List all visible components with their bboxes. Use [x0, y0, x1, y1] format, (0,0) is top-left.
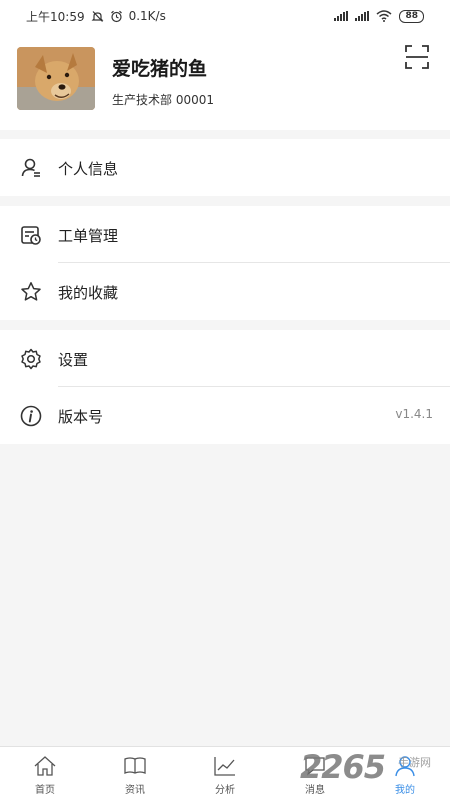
- menu-label-personal-info: 个人信息: [58, 160, 119, 178]
- version-value: v1.4.1: [395, 407, 433, 421]
- signal-icon: [334, 11, 349, 21]
- menu-item-favorites[interactable]: 我的收藏: [0, 263, 450, 320]
- info-icon: [20, 405, 42, 427]
- star-icon: [21, 282, 41, 301]
- bottom-tab-bar: 首页 资讯 分析 消息 我的: [0, 746, 450, 800]
- avatar[interactable]: [17, 47, 95, 110]
- message-icon: [305, 757, 325, 776]
- status-time: 上午10:59: [26, 9, 85, 24]
- menu-group-account: 个人信息: [0, 139, 450, 196]
- menu-item-settings[interactable]: 设置: [0, 330, 450, 387]
- tab-label-news: 资讯: [125, 785, 145, 796]
- network-speed: 0.1K/s: [128, 9, 166, 23]
- tab-label-mine: 我的: [395, 785, 415, 796]
- status-left: 上午10:59 0.1K/s: [26, 8, 166, 25]
- menu-item-personal-info[interactable]: 个人信息: [0, 139, 450, 196]
- dog-photo: [17, 47, 95, 110]
- scan-icon[interactable]: [404, 44, 430, 70]
- tab-label-analysis: 分析: [215, 785, 235, 796]
- tab-label-home: 首页: [35, 785, 55, 796]
- menu-label-favorites: 我的收藏: [58, 284, 119, 302]
- menu-item-work-orders[interactable]: 工单管理: [0, 206, 450, 263]
- battery-indicator: 88: [399, 9, 424, 23]
- wifi-icon: [376, 10, 392, 22]
- menu-label-version: 版本号: [58, 408, 104, 426]
- work-order-icon: [21, 226, 41, 245]
- profile-header[interactable]: 爱吃猪的鱼 生产技术部 00001: [0, 32, 450, 130]
- user-card-icon: [21, 158, 40, 177]
- status-right: 88: [334, 9, 424, 23]
- chart-icon: [214, 757, 235, 776]
- profile-name: 爱吃猪的鱼: [112, 58, 208, 80]
- signal-icon-2: [355, 11, 370, 21]
- profile-department: 生产技术部 00001: [112, 93, 214, 107]
- alarm-icon: [110, 10, 122, 22]
- menu-group-system: 设置 版本号 v1.4.1: [0, 330, 450, 444]
- menu-label-work-orders: 工单管理: [58, 227, 119, 245]
- tab-home[interactable]: 首页: [0, 747, 90, 800]
- tab-news[interactable]: 资讯: [90, 747, 180, 800]
- menu-item-version[interactable]: 版本号 v1.4.1: [0, 387, 450, 444]
- gear-icon: [21, 348, 41, 370]
- tab-mine[interactable]: 我的: [360, 747, 450, 800]
- home-icon: [34, 756, 56, 776]
- menu-group-work: 工单管理 我的收藏: [0, 206, 450, 320]
- tab-analysis[interactable]: 分析: [180, 747, 270, 800]
- book-icon: [124, 757, 146, 774]
- user-icon: [395, 756, 415, 777]
- tab-messages[interactable]: 消息: [270, 747, 360, 800]
- menu-label-settings: 设置: [58, 351, 89, 369]
- tab-label-messages: 消息: [305, 785, 325, 796]
- mute-icon: [91, 10, 104, 22]
- status-bar: 上午10:59 0.1K/s 88: [0, 0, 450, 32]
